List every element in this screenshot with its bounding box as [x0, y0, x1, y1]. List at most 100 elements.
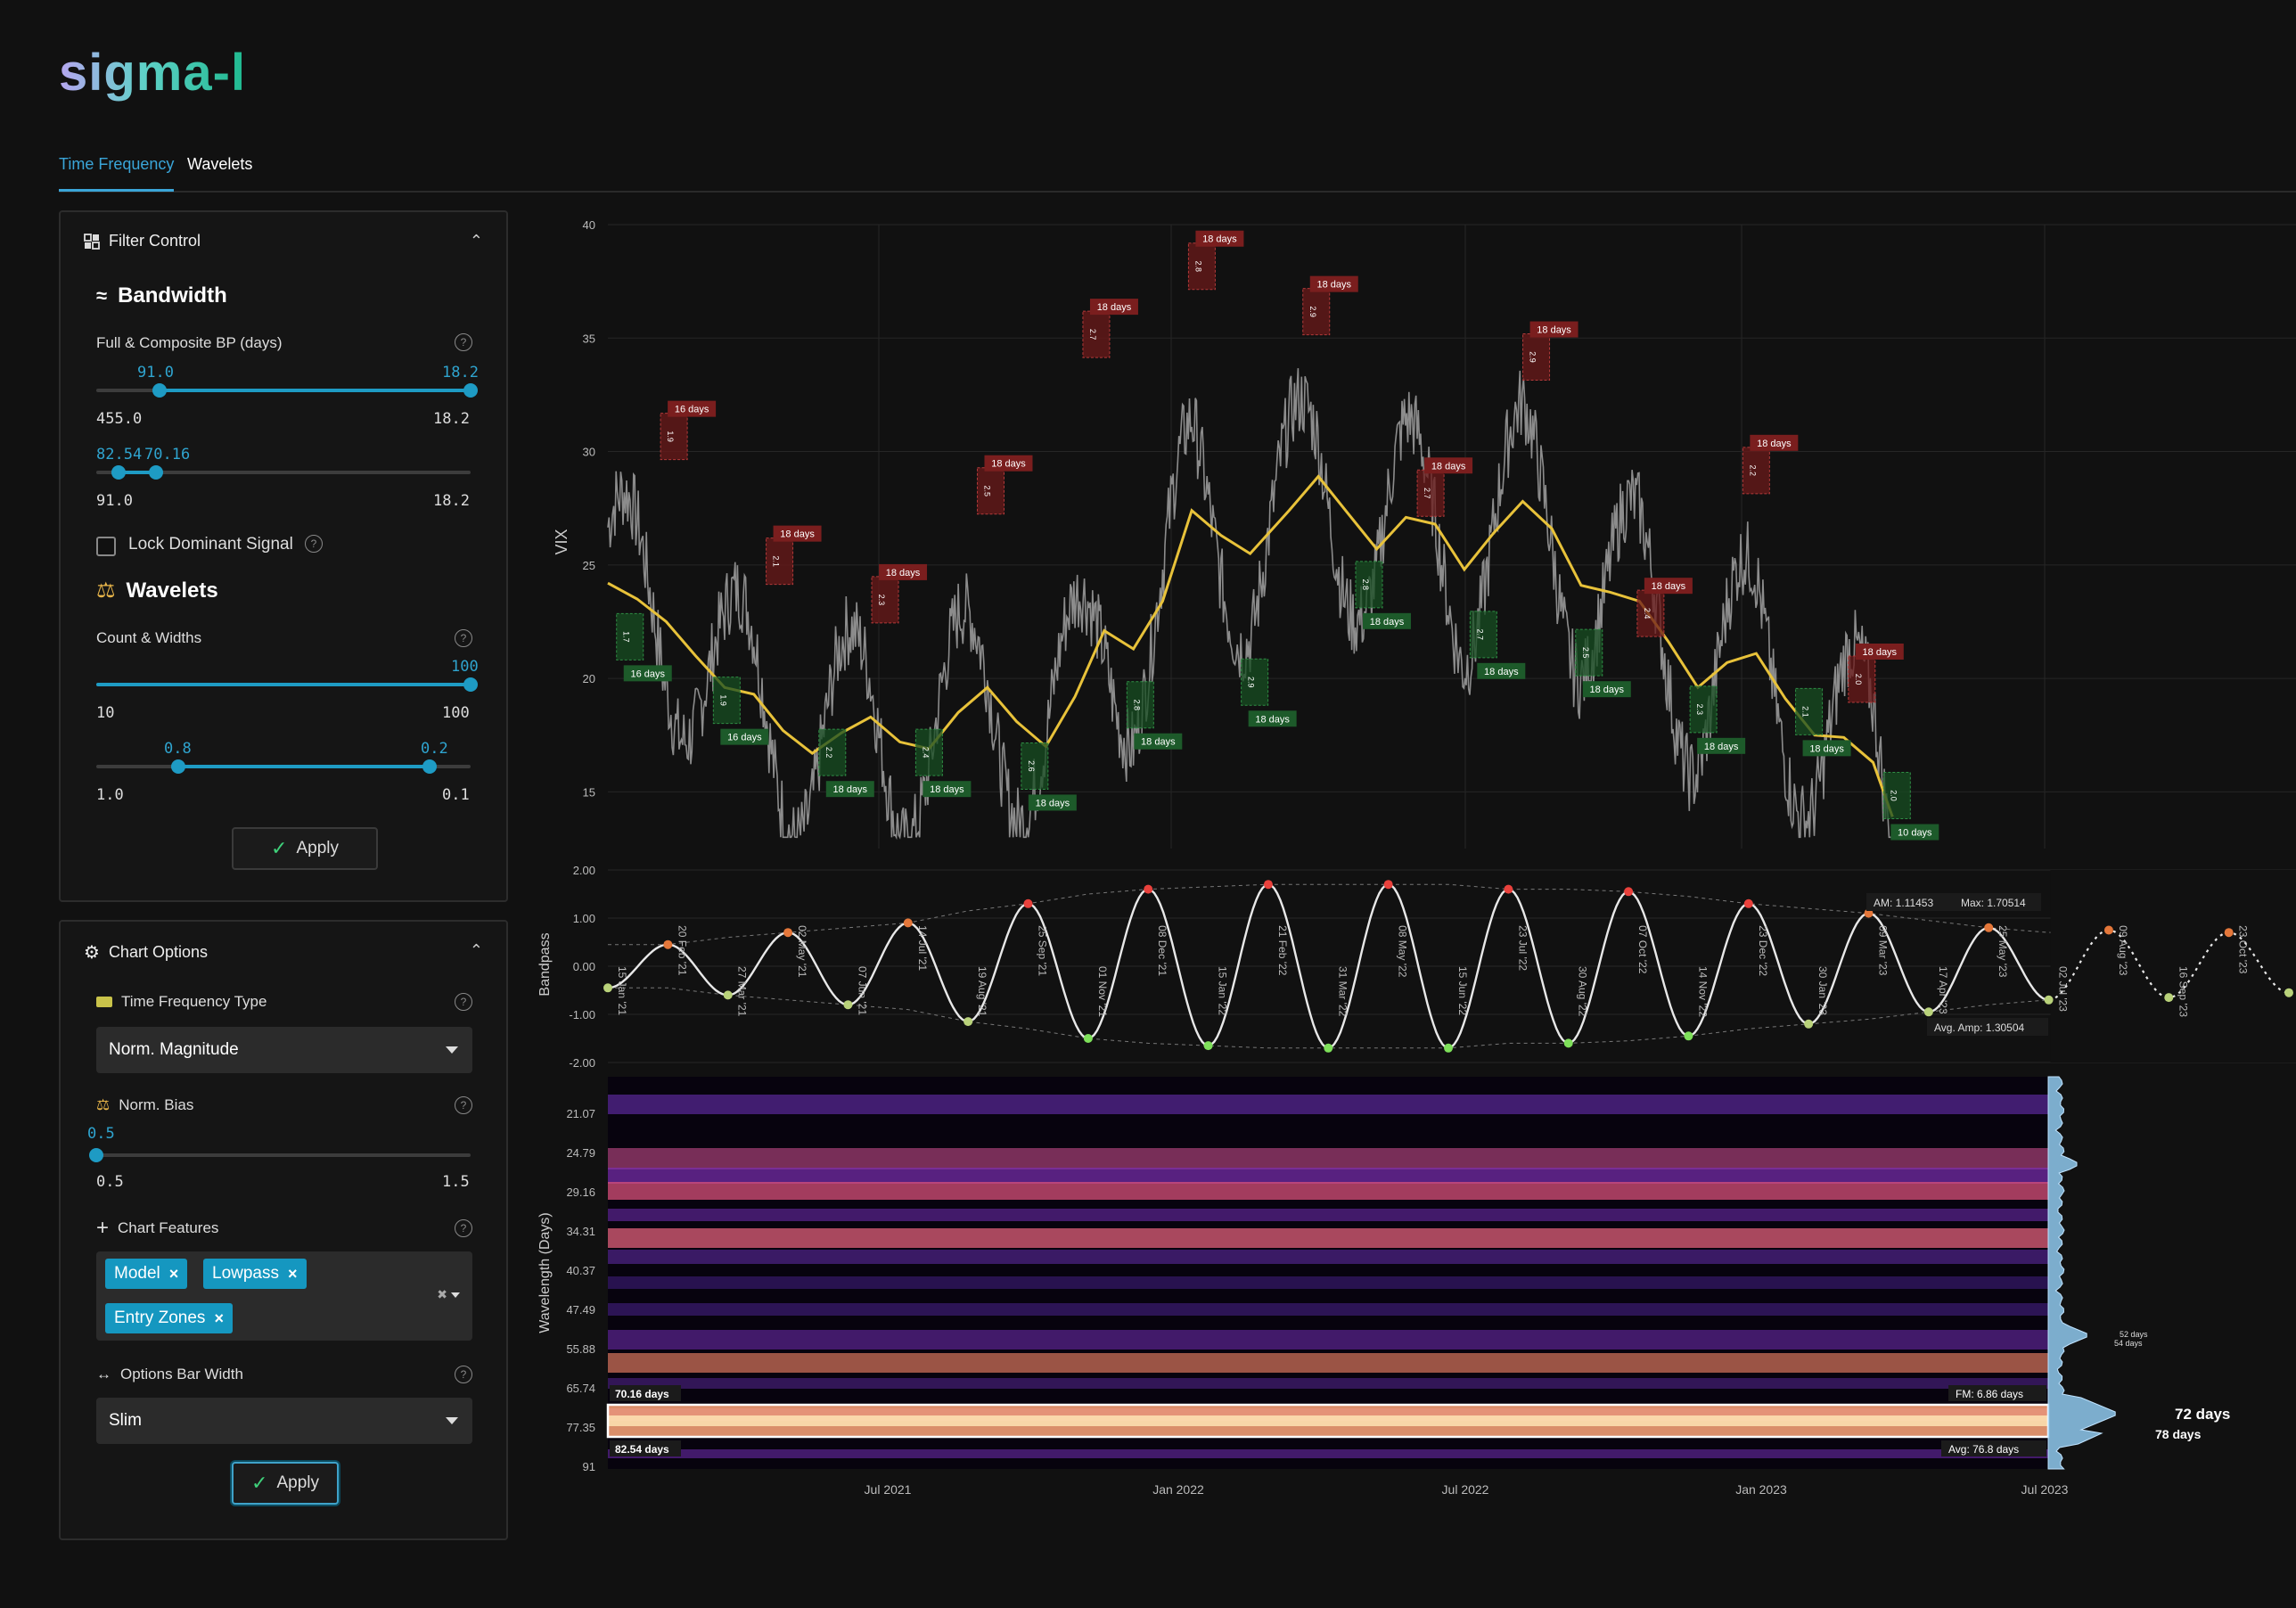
bandpass-extremum[interactable]: [2224, 928, 2234, 938]
composite-slider-low-handle[interactable]: [111, 465, 127, 480]
count-slider-handle[interactable]: [463, 677, 478, 692]
clear-icon[interactable]: ✖: [437, 1287, 447, 1302]
peak-zone[interactable]: 2.1 18 days: [766, 525, 822, 586]
zone-label: 18 days: [1863, 647, 1898, 658]
collapse-chevron-icon[interactable]: ⌃: [470, 941, 483, 960]
bandpass-extremum[interactable]: [903, 918, 913, 928]
bandpass-extremum[interactable]: [1624, 887, 1634, 897]
help-icon[interactable]: ?: [455, 1219, 472, 1237]
norm-bias-track[interactable]: [96, 1153, 471, 1157]
peak-zone[interactable]: 2.2 18 days: [1742, 434, 1799, 495]
bandpass-extremum[interactable]: [663, 939, 673, 949]
chip-label: Model: [114, 1264, 160, 1283]
bandpass-extremum[interactable]: [2284, 988, 2293, 997]
bandpass-extremum[interactable]: [1984, 923, 1994, 932]
price-chart[interactable]: VIX 152025303540 1.916 days2.118 days2.3…: [553, 218, 2296, 849]
bandpass-extremum[interactable]: [2044, 995, 2054, 1005]
chart-options-header[interactable]: ⚙ Chart Options: [84, 941, 208, 964]
feature-chip-model[interactable]: Model ×: [105, 1259, 188, 1289]
bandpass-extremum[interactable]: [964, 1017, 973, 1027]
bp-slider-high-handle[interactable]: [463, 383, 478, 398]
peak-zone[interactable]: 2.8 18 days: [1187, 230, 1244, 291]
bar-width-label-row: ↔ Options Bar Width: [96, 1366, 243, 1383]
trough-zone[interactable]: 2.3 18 days: [1689, 685, 1746, 754]
filter-control-header[interactable]: Filter Control: [84, 232, 201, 250]
bandpass-extremum[interactable]: [1383, 880, 1393, 890]
help-icon[interactable]: ?: [455, 1096, 472, 1114]
chevron-down-icon[interactable]: [451, 1292, 460, 1298]
collapse-chevron-icon[interactable]: ⌃: [470, 232, 483, 250]
bandpass-extremum[interactable]: [1023, 898, 1033, 908]
feature-chip-entry-zones[interactable]: Entry Zones ×: [105, 1303, 233, 1333]
composite-slider-high-handle[interactable]: [149, 465, 164, 480]
trough-zone[interactable]: 2.8 18 days: [1355, 561, 1411, 629]
bandpass-extremum[interactable]: [1504, 884, 1513, 894]
peak-zone[interactable]: 2.7 18 days: [1416, 457, 1473, 517]
bandpass-extremum[interactable]: [1144, 884, 1153, 894]
trough-zone[interactable]: 2.6 18 days: [1021, 742, 1077, 811]
plus-icon: +: [96, 1216, 110, 1240]
bar-width-select[interactable]: Slim: [96, 1398, 472, 1444]
peak-zone[interactable]: 2.9 18 days: [1522, 321, 1578, 381]
bandpass-extremum[interactable]: [1203, 1041, 1213, 1051]
width-slider-high-handle[interactable]: [422, 759, 437, 774]
bandpass-extremum[interactable]: [1444, 1043, 1453, 1053]
peak-zone[interactable]: 2.0 18 days: [1848, 644, 1904, 703]
help-icon[interactable]: ?: [455, 333, 472, 351]
wavelet-heatmap[interactable]: Wavelength (Days) 70.16 days 82.54 days FM…: [537, 1076, 2230, 1497]
bandpass-extremum[interactable]: [1324, 1043, 1333, 1053]
tf-type-select[interactable]: Norm. Magnitude: [96, 1027, 472, 1073]
bandpass-chart[interactable]: Bandpass 2.00 1.00 0.00 -1.00 -2.00 15 Jan '2…: [537, 864, 2296, 1070]
trough-zone[interactable]: 1.7 16 days: [616, 612, 672, 682]
heatmap-band: [608, 1330, 2048, 1350]
tab-wavelets[interactable]: Wavelets: [187, 155, 252, 189]
peak-zone[interactable]: 1.9 16 days: [660, 400, 717, 461]
close-icon[interactable]: ×: [169, 1265, 179, 1284]
bandpass-extremum[interactable]: [1263, 880, 1273, 890]
bandpass-extremum[interactable]: [1083, 1034, 1093, 1043]
bandpass-extremum[interactable]: [723, 990, 733, 1000]
bandpass-extremum[interactable]: [1684, 1031, 1693, 1041]
help-icon[interactable]: ?: [305, 535, 323, 553]
peak-zone[interactable]: 2.7 18 days: [1082, 299, 1138, 358]
help-icon[interactable]: ?: [455, 993, 472, 1011]
bandpass-extremum[interactable]: [843, 1000, 853, 1010]
width-slider-low-handle[interactable]: [171, 759, 186, 774]
trough-zone[interactable]: 2.4 18 days: [914, 728, 972, 798]
bandpass-extremum[interactable]: [1804, 1019, 1814, 1029]
trough-zone[interactable]: 2.9 18 days: [1241, 658, 1297, 727]
bandpass-extremum[interactable]: [783, 928, 793, 938]
peak-zone[interactable]: 2.4 18 days: [1636, 578, 1693, 637]
close-icon[interactable]: ×: [288, 1265, 298, 1284]
feature-chip-lowpass[interactable]: Lowpass ×: [203, 1259, 307, 1289]
trough-zone[interactable]: 2.5 18 days: [1575, 628, 1631, 698]
bandpass-extremum[interactable]: [1743, 898, 1753, 908]
trough-zone[interactable]: 2.8 18 days: [1126, 681, 1183, 750]
close-icon[interactable]: ×: [214, 1309, 224, 1328]
trough-zone[interactable]: 2.2 18 days: [818, 728, 874, 798]
bandpass-extremum[interactable]: [603, 983, 612, 993]
chart-options-apply-button[interactable]: ✓ Apply: [232, 1462, 339, 1505]
bandpass-extremum[interactable]: [1923, 1007, 1933, 1017]
check-icon: ✓: [251, 1472, 268, 1494]
chart-features-multiselect[interactable]: Model × Lowpass × Entry Zones × ✖: [96, 1251, 472, 1341]
bp-slider-low-handle[interactable]: [152, 383, 168, 398]
help-icon[interactable]: ?: [455, 629, 472, 647]
tab-bar: Time Frequency Wavelets: [59, 148, 2296, 193]
peak-zone[interactable]: 2.3 18 days: [871, 563, 928, 624]
bandpass-extremum[interactable]: [1563, 1038, 1573, 1048]
help-icon[interactable]: ?: [455, 1366, 472, 1383]
trough-zone[interactable]: 2.1 18 days: [1795, 687, 1851, 757]
filter-apply-button[interactable]: ✓ Apply: [232, 827, 378, 870]
lock-dominant-checkbox[interactable]: [96, 537, 116, 556]
bandpass-extremum[interactable]: [2103, 925, 2113, 935]
bandpass-date-label: 07 Oct '22: [1636, 925, 1649, 974]
heatmap-y-tick: 29.16: [566, 1185, 595, 1199]
norm-bias-handle[interactable]: [89, 1148, 103, 1162]
bandpass-extremum[interactable]: [2164, 993, 2174, 1003]
peak-zone[interactable]: 2.9 18 days: [1302, 275, 1358, 336]
trough-zone[interactable]: 2.0 10 days: [1882, 772, 1939, 841]
trough-zone[interactable]: 2.7 18 days: [1469, 611, 1526, 679]
peak-zone[interactable]: 2.5 18 days: [976, 455, 1033, 515]
tab-time-frequency[interactable]: Time Frequency: [59, 155, 175, 192]
